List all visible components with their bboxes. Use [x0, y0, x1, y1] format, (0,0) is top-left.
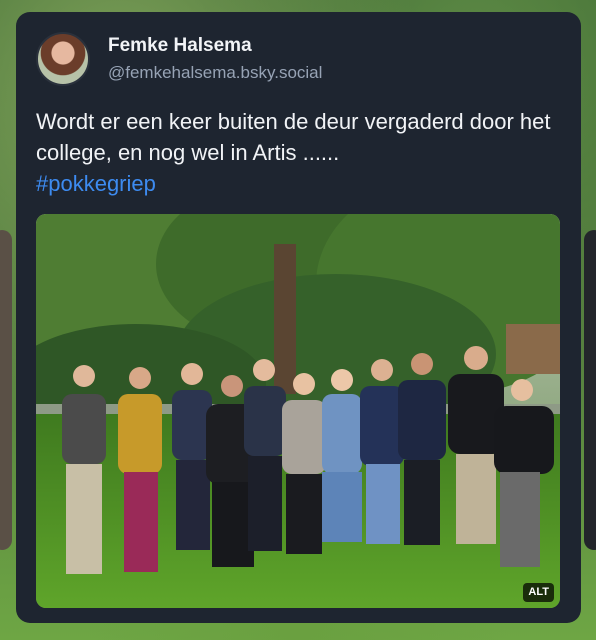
hashtag-link[interactable]: #pokkegriep [36, 171, 156, 196]
post-text: Wordt er een keer buiten de deur vergade… [36, 106, 561, 199]
alt-text-badge[interactable]: ALT [523, 583, 554, 602]
post-body: Wordt er een keer buiten de deur vergade… [36, 109, 551, 165]
group-photo-illustration [36, 214, 560, 608]
avatar[interactable] [36, 32, 90, 86]
author-display-name[interactable]: Femke Halsema [108, 35, 322, 57]
author-handle[interactable]: @femkehalsema.bsky.social [108, 62, 322, 84]
background-person [584, 230, 596, 550]
author-info: Femke Halsema @femkehalsema.bsky.social [108, 35, 322, 84]
post-card[interactable]: Femke Halsema @femkehalsema.bsky.social … [16, 12, 581, 623]
background-person [0, 230, 12, 550]
post-header: Femke Halsema @femkehalsema.bsky.social [36, 32, 322, 86]
post-image[interactable]: ALT [36, 214, 560, 608]
